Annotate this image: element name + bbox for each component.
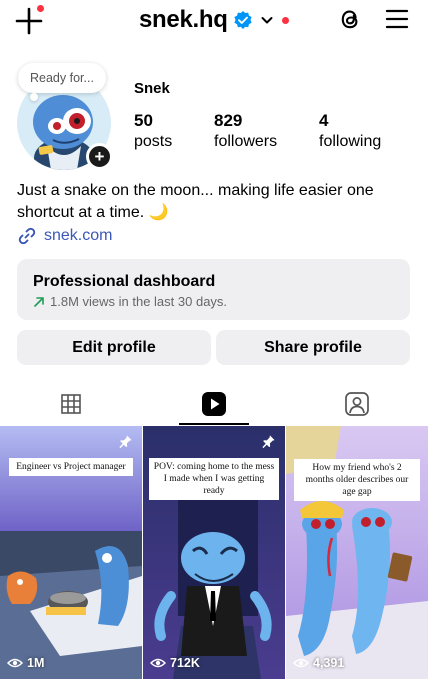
dashboard-title: Professional dashboard: [33, 273, 216, 290]
profile-link[interactable]: snek.com: [17, 226, 112, 246]
tab-posts[interactable]: [0, 383, 142, 425]
professional-dashboard[interactable]: Professional dashboard 1.8M views in the…: [17, 259, 410, 320]
posts-label: posts: [134, 133, 173, 150]
top-bar: snek.hq: [0, 0, 428, 40]
eye-icon: [150, 658, 166, 668]
posts-count: 50: [134, 111, 153, 130]
reels-icon: [202, 392, 226, 416]
tab-tagged[interactable]: [286, 383, 428, 425]
note-bubble-tail: [30, 93, 38, 101]
profile-link-text[interactable]: snek.com: [44, 227, 112, 245]
username: snek.hq: [139, 6, 228, 33]
reels-grid: Engineer vs Project manager 1M POV: comi…: [0, 426, 428, 679]
reel-caption: How my friend who's 2 months older descr…: [294, 459, 420, 501]
reel-views-count: 712K: [170, 656, 200, 670]
followers-count: 829: [214, 111, 243, 130]
reel-tile[interactable]: Engineer vs Project manager 1M: [0, 426, 142, 679]
reel-views-count: 4,391: [313, 656, 345, 670]
reel-views: 4,391: [293, 656, 344, 670]
hamburger-menu-icon: [385, 9, 409, 29]
following-count: 4: [319, 111, 329, 130]
account-notification-dot: [281, 16, 289, 24]
profile-bio: Just a snake on the moon... making life …: [17, 182, 374, 221]
pin-icon: [119, 435, 132, 449]
active-tab-indicator: [179, 423, 249, 425]
grid-icon: [61, 394, 81, 414]
share-profile-button[interactable]: Share profile: [216, 330, 410, 365]
reel-caption: POV: coming home to the mess I made when…: [149, 458, 279, 500]
profile-display-name: Snek: [134, 80, 170, 97]
posts-stat[interactable]: 50 posts: [134, 110, 172, 152]
reel-views: 1M: [7, 656, 44, 670]
reel-views: 712K: [150, 656, 200, 670]
tagged-icon: [345, 392, 369, 416]
threads-button[interactable]: [337, 6, 363, 32]
reel-tile[interactable]: How my friend who's 2 months older descr…: [286, 426, 428, 679]
pin-icon: [262, 435, 275, 449]
dashboard-subtitle: 1.8M views in the last 30 days.: [50, 294, 228, 309]
reel-views-count: 1M: [27, 656, 45, 670]
eye-icon: [293, 658, 309, 668]
verified-badge-icon: [233, 11, 252, 29]
add-story-button[interactable]: +: [86, 143, 113, 170]
reel-tile[interactable]: POV: coming home to the mess I made when…: [143, 426, 285, 679]
arrow-up-right-icon: [34, 296, 44, 307]
dashboard-subtitle-row: 1.8M views in the last 30 days.: [33, 294, 394, 309]
menu-button[interactable]: [385, 8, 409, 30]
notification-dot: [37, 5, 44, 12]
profile-note[interactable]: Ready for...: [18, 63, 106, 93]
following-label: following: [319, 133, 382, 150]
tab-reels[interactable]: [143, 383, 285, 425]
account-switcher[interactable]: snek.hq: [139, 4, 289, 36]
threads-icon: [341, 10, 358, 29]
eye-icon: [7, 658, 23, 668]
reel-caption: Engineer vs Project manager: [9, 458, 133, 476]
edit-profile-button[interactable]: Edit profile: [17, 330, 211, 365]
profile-tabs: [0, 383, 428, 425]
followers-stat[interactable]: 829 followers: [214, 110, 277, 152]
following-stat[interactable]: 4 following: [319, 110, 381, 152]
chevron-down-icon: [261, 17, 273, 24]
link-icon: [18, 227, 36, 245]
followers-label: followers: [214, 133, 278, 150]
